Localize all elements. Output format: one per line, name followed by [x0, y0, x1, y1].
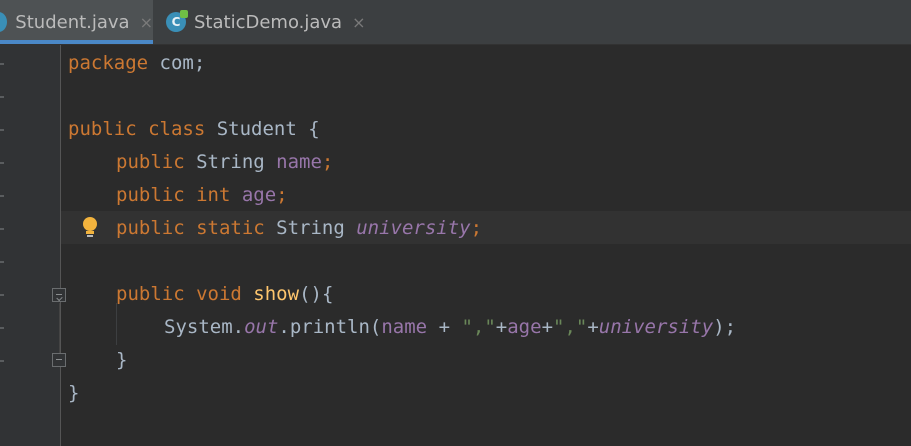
editor-gutter[interactable]	[0, 45, 66, 446]
close-icon[interactable]: ×	[140, 13, 153, 32]
editor-tab-bar: Student.java × StaticDemo.java ×	[0, 0, 911, 45]
code-line-11: }	[68, 382, 80, 404]
code-line-3: public class Student {	[68, 118, 320, 140]
tab-label: Student.java	[15, 11, 130, 33]
tab-label: StaticDemo.java	[194, 11, 343, 33]
code-line-4: public String name;	[116, 151, 334, 173]
code-line-6: public static String university;	[116, 217, 483, 239]
close-icon[interactable]: ×	[352, 13, 365, 32]
code-line-10: }	[116, 349, 128, 371]
java-class-icon	[166, 10, 188, 32]
code-line-1: package com;	[68, 52, 206, 74]
tab-staticdemo-java[interactable]: StaticDemo.java ×	[166, 0, 366, 44]
lightbulb-icon[interactable]	[81, 217, 99, 239]
code-line-9: System.out.println(name + ","+age+","+un…	[164, 316, 737, 338]
code-editor[interactable]: package com; public class Student { publ…	[61, 45, 911, 446]
java-class-icon	[0, 12, 8, 32]
code-line-8: public void show(){	[116, 283, 334, 305]
fold-guide	[59, 303, 60, 353]
tab-student-java[interactable]: Student.java ×	[0, 0, 153, 44]
code-line-5: public int age;	[116, 184, 288, 206]
